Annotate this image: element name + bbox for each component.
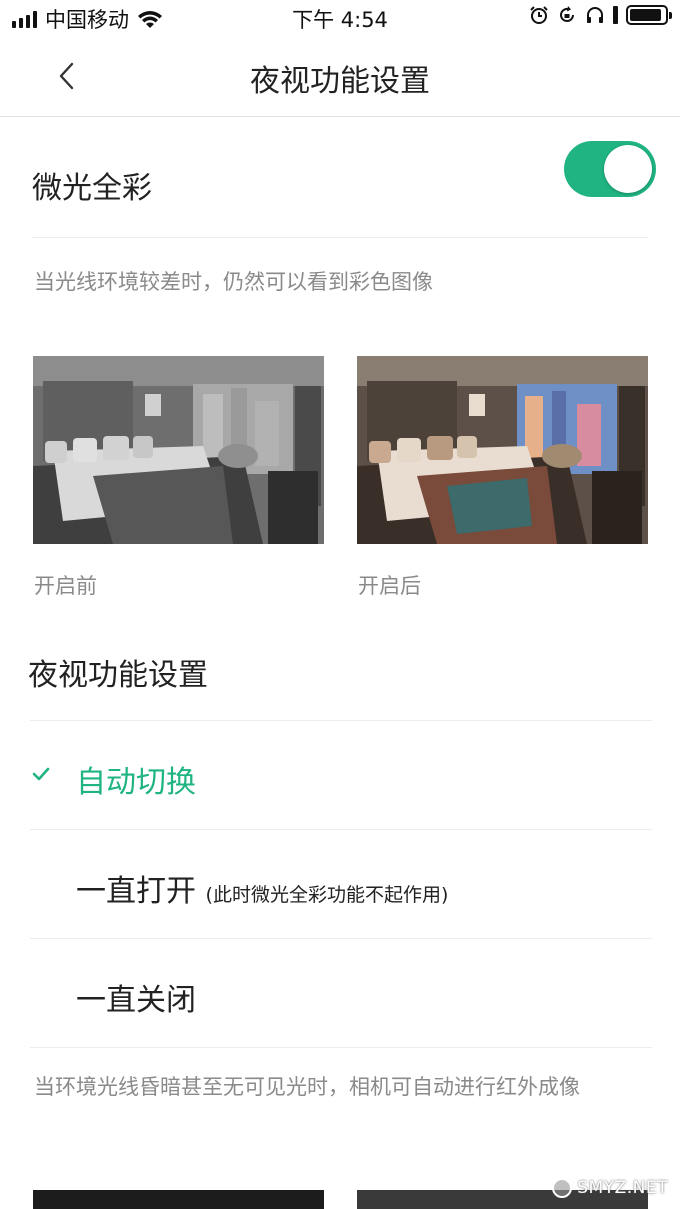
option-label: 一直关闭 [76,975,196,1019]
headphones-icon [587,7,603,23]
watermark-logo-icon [552,1178,573,1198]
option-label: 自动切换 [76,757,196,801]
before-preview-image [33,356,324,544]
option-label-text: 一直关闭 [76,983,196,1018]
checkmark-icon [32,767,50,781]
option-note: (此时微光全彩功能不起作用) [205,884,449,906]
low-light-color-label: 微光全彩 [32,171,152,206]
option-label: 一直打开 (此时微光全彩功能不起作用) [76,866,448,910]
after-preview-image [357,356,648,544]
toggle-knob [604,145,652,193]
battery-level [630,9,661,21]
navigation-bar: 夜视功能设置 [0,36,680,117]
option-always-off[interactable]: 一直关闭 [30,939,652,1047]
low-light-color-row: 微光全彩 [32,117,656,238]
watermark-text: SMYZ.NET [577,1178,668,1198]
low-light-description: 当光线环境较差时，仍然可以看到彩色图像 [34,270,433,294]
status-bar: 中国移动 下午 4:54 [0,0,680,36]
after-caption: 开启后 [358,574,421,598]
infrared-preview-image-left [33,1190,324,1209]
low-light-color-toggle[interactable] [564,141,656,197]
rotation-lock-icon [560,6,574,22]
alarm-icon [530,6,548,24]
before-caption: 开启前 [34,574,97,598]
battery-icon [626,5,672,25]
status-right [529,5,672,25]
option-auto-switch[interactable]: 自动切换 [30,721,652,829]
option-always-on[interactable]: 一直打开 (此时微光全彩功能不起作用) [30,830,652,938]
signal-bar-icon [613,6,618,24]
divider [30,1047,652,1048]
page-title: 夜视功能设置 [250,64,430,99]
night-vision-section-title: 夜视功能设置 [28,658,208,693]
option-label-text: 自动切换 [76,765,196,800]
option-label-text: 一直打开 [76,874,196,909]
night-vision-description: 当环境光线昏暗甚至无可见光时，相机可自动进行红外成像 [34,1075,580,1099]
watermark: SMYZ.NET [552,1178,668,1198]
